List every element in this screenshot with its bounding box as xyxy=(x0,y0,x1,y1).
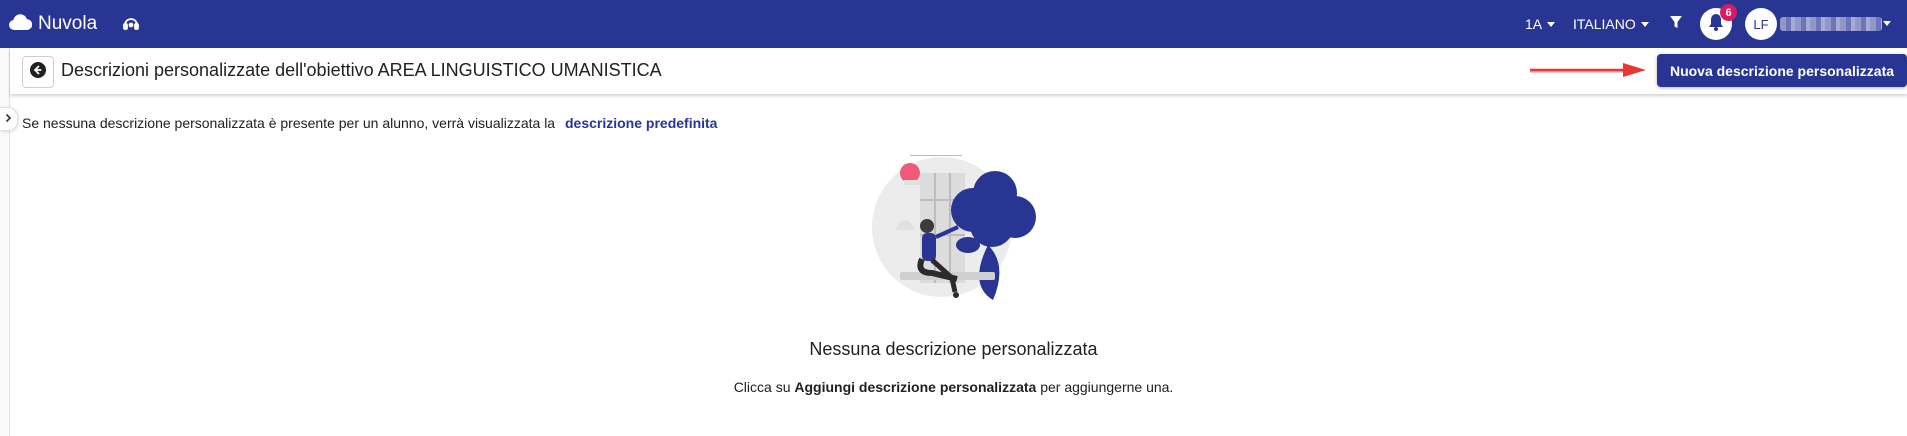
empty-state-title: Nessuna descrizione personalizzata xyxy=(809,339,1098,359)
sidebar-toggle-button[interactable] xyxy=(0,107,18,131)
class-selector[interactable]: 1A xyxy=(1525,0,1556,48)
filter-button[interactable] xyxy=(1670,0,1682,48)
info-text: Se nessuna descrizione personalizzata è … xyxy=(22,115,556,131)
filter-icon xyxy=(1670,16,1682,32)
new-custom-description-button[interactable]: Nuova descrizione personalizzata xyxy=(1657,54,1907,87)
annotation-arrow xyxy=(1528,60,1648,85)
empty-state-subtitle: Clicca su Aggiungi descrizione personali… xyxy=(0,379,1907,395)
empty-state-sub-action: Aggiungi descrizione personalizzata xyxy=(794,379,1037,395)
subject-selector[interactable]: ITALIANO xyxy=(1573,0,1649,48)
page-title: Descrizioni personalizzate dell'obiettiv… xyxy=(61,60,662,80)
back-button[interactable] xyxy=(22,56,54,88)
user-avatar[interactable]: LF xyxy=(1745,8,1777,40)
empty-state-illustration xyxy=(870,153,1050,305)
subject-selector-label: ITALIANO xyxy=(1573,16,1636,32)
brand[interactable]: Nuvola xyxy=(8,0,97,48)
support-icon[interactable] xyxy=(121,14,141,34)
caret-down-icon xyxy=(1640,21,1649,27)
info-message: Se nessuna descrizione personalizzata è … xyxy=(22,115,717,131)
empty-state-sub-suffix: per aggiungerne una. xyxy=(1040,379,1174,395)
default-description-link[interactable]: descrizione predefinita xyxy=(565,115,717,131)
caret-down-icon xyxy=(1547,21,1556,27)
page-header: Descrizioni personalizzate dell'obiettiv… xyxy=(10,48,1907,94)
class-selector-label: 1A xyxy=(1525,16,1543,32)
user-menu-caret-icon[interactable] xyxy=(1883,21,1891,26)
notification-badge: 6 xyxy=(1720,4,1737,21)
brand-name: Nuvola xyxy=(38,13,98,34)
chevron-right-icon xyxy=(5,110,12,128)
top-navigation-bar: Nuvola 1A ITALIANO 6 LF xyxy=(0,0,1907,48)
user-name-redacted[interactable] xyxy=(1780,17,1882,31)
empty-state-sub-prefix: Clicca su xyxy=(733,379,791,395)
back-arrow-icon xyxy=(29,61,47,84)
cloud-icon xyxy=(8,13,33,36)
